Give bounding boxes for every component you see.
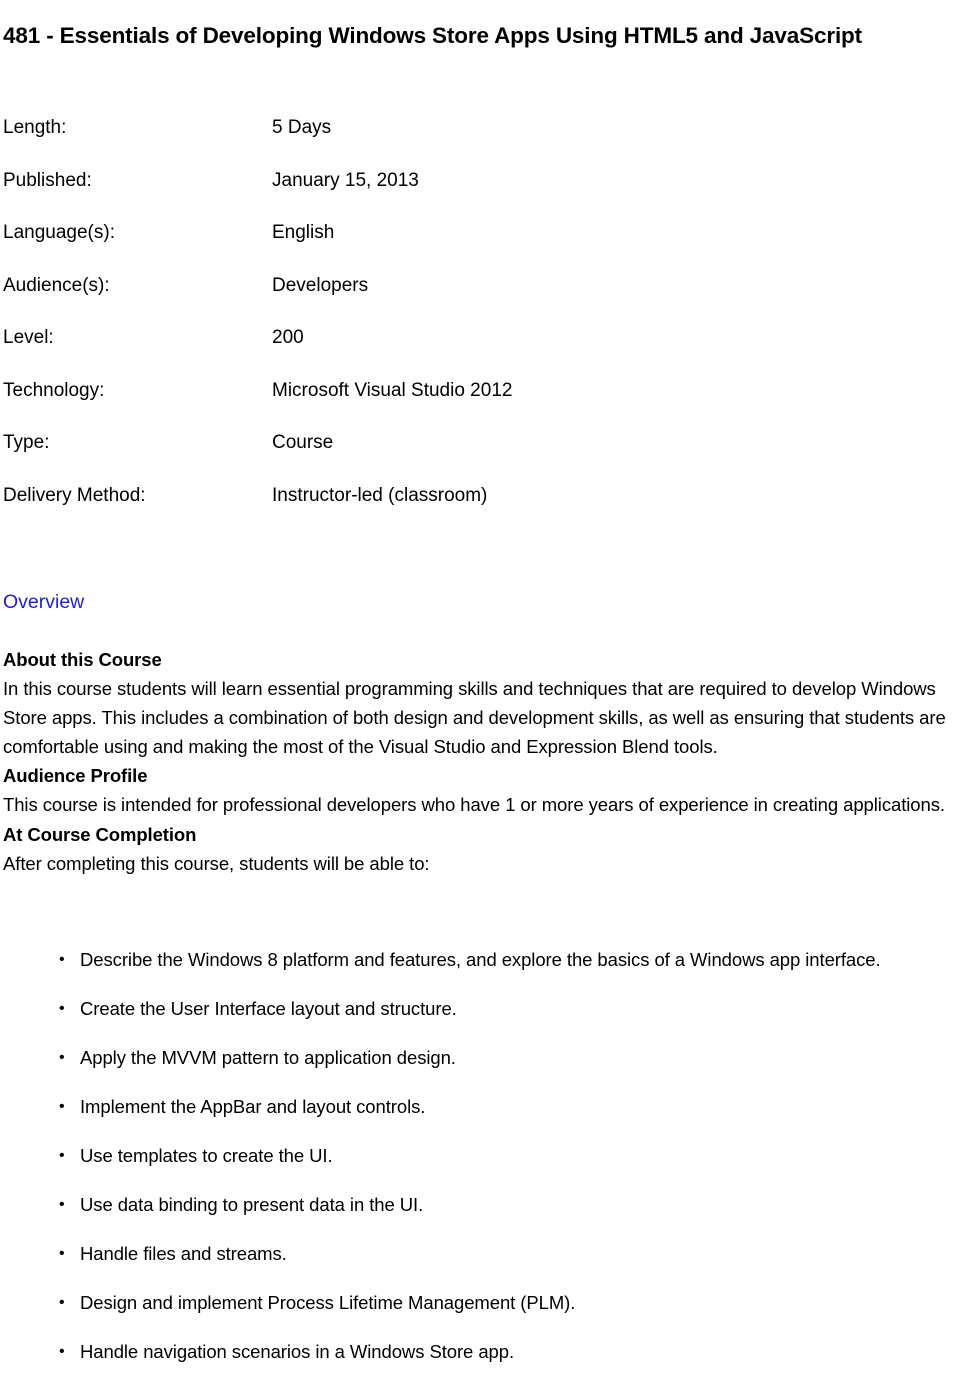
bullet-icon: • (59, 1098, 65, 1115)
list-item-label: Describe the Windows 8 platform and feat… (80, 949, 881, 970)
list-item-label: Handle files and streams. (80, 1243, 287, 1264)
list-item-label: Use templates to create the UI. (80, 1145, 333, 1166)
audience-profile-text: This course is intended for professional… (3, 794, 945, 816)
list-item-label: Use data binding to present data in the … (80, 1194, 424, 1215)
list-item: • Create the User Interface layout and s… (3, 994, 957, 1043)
course-metadata-body: Length: 5 Days Published: January 15, 20… (3, 116, 703, 536)
bullet-icon: • (59, 1000, 65, 1017)
list-item-label: Apply the MVVM pattern to application de… (80, 1047, 456, 1068)
table-row: Technology: Microsoft Visual Studio 2012 (3, 379, 703, 432)
list-item: • Use templates to create the UI. (3, 1141, 957, 1190)
at-course-completion-intro: After completing this course, students w… (3, 852, 430, 874)
list-item-label: Implement the AppBar and layout controls… (80, 1096, 426, 1117)
meta-value-published: January 15, 2013 (272, 169, 419, 191)
meta-value-audiences: Developers (272, 274, 369, 296)
list-item: • Implement the AppBar and layout contro… (3, 1092, 957, 1141)
bullet-icon: • (59, 1245, 65, 1262)
list-item: • Design and implement Process Lifetime … (3, 1288, 957, 1337)
at-course-completion-heading: At Course Completion (3, 823, 197, 845)
audience-profile-heading: Audience Profile (3, 765, 148, 787)
meta-value-languages: English (272, 222, 335, 243)
table-row: Language(s): English (3, 221, 703, 274)
bullet-icon: • (59, 1343, 65, 1360)
bullet-icon: • (59, 951, 65, 968)
list-item-label: Handle navigation scenarios in a Windows… (80, 1341, 515, 1362)
list-item: • Describe the Windows 8 platform and fe… (3, 945, 957, 994)
meta-value-length: 5 Days (272, 117, 332, 138)
meta-value-technology: Microsoft Visual Studio 2012 (272, 379, 513, 401)
bullet-icon: • (59, 1147, 65, 1164)
table-row: Published: January 15, 2013 (3, 169, 703, 222)
meta-value-delivery-method: Instructor-led (classroom) (272, 484, 488, 506)
bullet-icon: • (59, 1196, 65, 1213)
meta-label-published: Published: (3, 169, 92, 191)
meta-label-languages: Language(s): (3, 222, 115, 243)
list-item-label: Design and implement Process Lifetime Ma… (80, 1292, 576, 1313)
table-row: Type: Course (3, 431, 703, 484)
table-row: Delivery Method: Instructor-led (classro… (3, 484, 703, 537)
list-item-label: Create the User Interface layout and str… (80, 998, 457, 1019)
meta-label-type: Type: (3, 432, 50, 453)
table-row: Length: 5 Days (3, 116, 703, 169)
course-objectives-list: • Describe the Windows 8 platform and fe… (3, 945, 957, 1386)
meta-value-level: 200 (272, 327, 304, 348)
meta-label-length: Length: (3, 117, 67, 138)
meta-label-delivery-method: Delivery Method: (3, 484, 146, 506)
meta-value-type: Course (272, 432, 334, 453)
bullet-icon: • (59, 1294, 65, 1311)
list-item: • Use data binding to present data in th… (3, 1190, 957, 1239)
list-item: • Handle navigation scenarios in a Windo… (3, 1337, 957, 1386)
course-metadata-table: Length: 5 Days Published: January 15, 20… (3, 116, 703, 536)
page-title: 481 - Essentials of Developing Windows S… (3, 23, 862, 49)
meta-label-level: Level: (3, 327, 54, 348)
overview-body: About this Course In this course student… (3, 645, 957, 878)
list-item: • Handle files and streams. (3, 1239, 957, 1288)
table-row: Level: 200 (3, 326, 703, 379)
table-row: Audience(s): Developers (3, 274, 703, 327)
document-page: 481 - Essentials of Developing Windows S… (0, 0, 960, 1392)
bullet-icon: • (59, 1049, 65, 1066)
about-this-course-text: In this course students will learn essen… (3, 678, 946, 758)
overview-link[interactable]: Overview (3, 589, 84, 615)
about-this-course-heading: About this Course (3, 649, 162, 670)
meta-label-technology: Technology: (3, 379, 105, 401)
meta-label-audiences: Audience(s): (3, 274, 110, 296)
list-item: • Apply the MVVM pattern to application … (3, 1043, 957, 1092)
